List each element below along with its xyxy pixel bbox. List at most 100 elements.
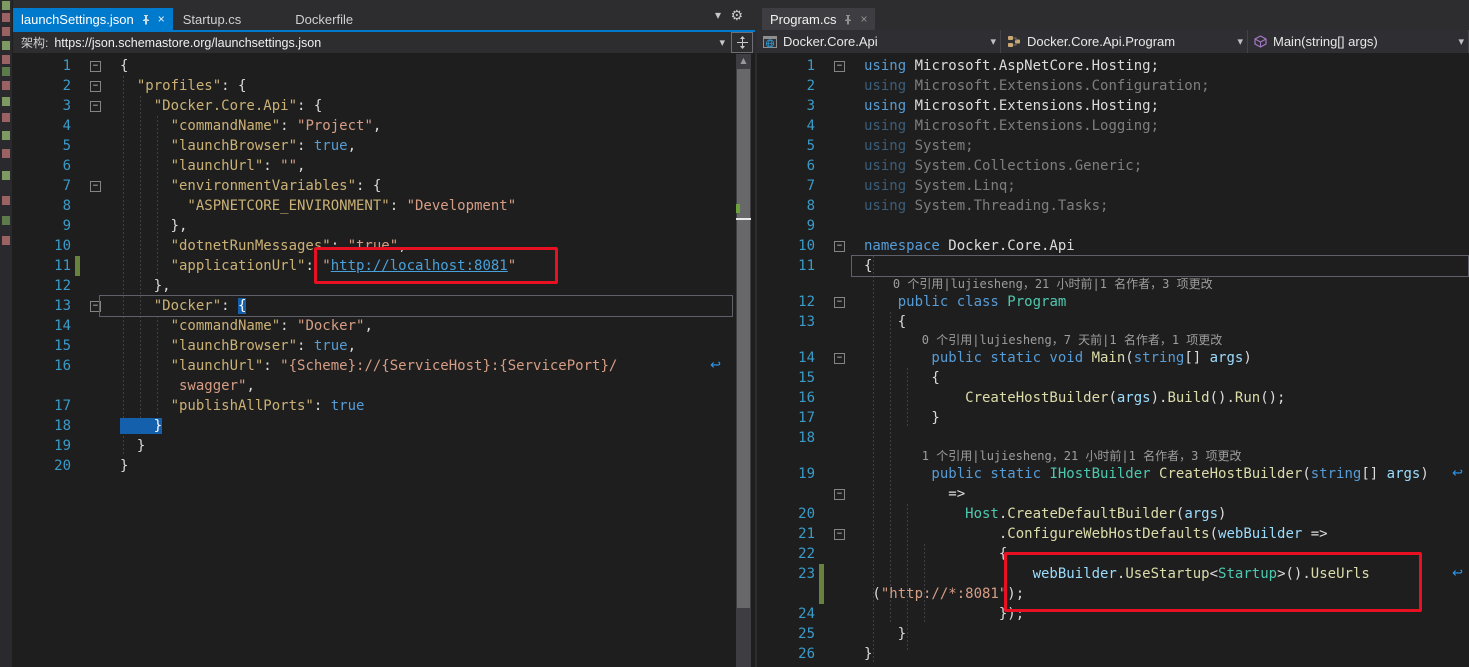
code-line[interactable]: swagger",	[13, 376, 755, 396]
fold-collapse-icon[interactable]: −	[90, 81, 101, 92]
change-gutter	[815, 332, 826, 348]
code-line[interactable]: 2− "profiles": {	[13, 76, 755, 96]
code-line[interactable]: 2using Microsoft.Extensions.Configuratio…	[757, 76, 1469, 96]
code-line[interactable]: 9	[757, 216, 1469, 236]
fold-collapse-icon[interactable]: −	[834, 529, 845, 540]
close-icon[interactable]: ×	[158, 12, 165, 26]
code-line[interactable]: 1−{	[13, 56, 755, 76]
code-line[interactable]: 20}	[13, 456, 755, 476]
fold-collapse-icon[interactable]: −	[834, 61, 845, 72]
code-line[interactable]: 4using Microsoft.Extensions.Logging;	[757, 116, 1469, 136]
project-dropdown[interactable]: Docker.Core.Api ▾	[757, 30, 1001, 53]
schema-url-combobox[interactable]: https://json.schemastore.org/launchsetti…	[54, 33, 731, 52]
code-line[interactable]: 12− public class Program	[757, 292, 1469, 312]
scrollbar-up-arrow-icon[interactable]: ▲	[736, 54, 751, 68]
fold-collapse-icon[interactable]: −	[90, 301, 101, 312]
code-line[interactable]: 24 });	[757, 604, 1469, 624]
code-line[interactable]: 15 "launchBrowser": true,	[13, 336, 755, 356]
fold-collapse-icon[interactable]: −	[834, 241, 845, 252]
fold-collapse-icon[interactable]: −	[834, 353, 845, 364]
codelens-row[interactable]: 0 个引用|lujiesheng，21 小时前|1 名作者，3 项更改	[757, 276, 1469, 292]
close-icon[interactable]: ×	[860, 12, 867, 26]
fold-collapse-icon[interactable]: −	[834, 489, 845, 500]
code-line[interactable]: 13 {	[757, 312, 1469, 332]
fold-margin	[826, 312, 856, 332]
code-line[interactable]: 18 }	[13, 416, 755, 436]
line-number	[13, 376, 71, 396]
code-line[interactable]: 19 public static IHostBuilder CreateHost…	[757, 464, 1469, 484]
code-line[interactable]: 5 "launchBrowser": true,	[13, 136, 755, 156]
code-line[interactable]: 13− "Docker": {	[13, 296, 755, 316]
type-dropdown[interactable]: Docker.Core.Api.Program ▾	[1001, 30, 1248, 53]
codelens-text[interactable]: 0 个引用|lujiesheng，21 小时前|1 名作者，3 项更改	[856, 276, 1213, 292]
fold-collapse-icon[interactable]: −	[90, 101, 101, 112]
line-number: 13	[13, 296, 71, 316]
code-line[interactable]: 25 }	[757, 624, 1469, 644]
split-window-button[interactable]	[731, 32, 753, 53]
code-line[interactable]: 21− .ConfigureWebHostDefaults(webBuilder…	[757, 524, 1469, 544]
code-line[interactable]: 10−namespace Docker.Core.Api	[757, 236, 1469, 256]
code-line[interactable]: ("http://*:8081");	[757, 584, 1469, 604]
code-line[interactable]: 16 CreateHostBuilder(args).Build().Run()…	[757, 388, 1469, 408]
vertical-scrollbar[interactable]: ▲	[736, 54, 751, 667]
codelens-text[interactable]: 0 个引用|lujiesheng，7 天前|1 名作者，1 项更改	[856, 332, 1222, 348]
member-dropdown[interactable]: Main(string[] args) ▾	[1248, 30, 1469, 53]
pin-icon[interactable]	[843, 14, 853, 25]
fold-margin	[826, 276, 856, 292]
change-gutter	[71, 116, 82, 136]
code-line[interactable]: 6 "launchUrl": "",	[13, 156, 755, 176]
code-line[interactable]: 5using System;	[757, 136, 1469, 156]
type-name: Docker.Core.Api.Program	[1027, 34, 1175, 49]
code-line[interactable]: 26}	[757, 644, 1469, 664]
code-line[interactable]: 11 "applicationUrl": "http://localhost:8…	[13, 256, 755, 276]
fold-collapse-icon[interactable]: −	[90, 61, 101, 72]
scrollbar-thumb[interactable]	[737, 69, 750, 608]
code-line[interactable]: 18	[757, 428, 1469, 448]
code-line[interactable]: 4 "commandName": "Project",	[13, 116, 755, 136]
code-line[interactable]: 1−using Microsoft.AspNetCore.Hosting;	[757, 56, 1469, 76]
code-line[interactable]: 7− "environmentVariables": {	[13, 176, 755, 196]
code-line[interactable]: 14− public static void Main(string[] arg…	[757, 348, 1469, 368]
change-gutter	[815, 564, 826, 584]
code-line[interactable]: 3− "Docker.Core.Api": {	[13, 96, 755, 116]
tab-dockerfile[interactable]: Dockerfile	[287, 8, 361, 30]
code-line[interactable]: 17 "publishAllPorts": true	[13, 396, 755, 416]
fold-collapse-icon[interactable]: −	[834, 297, 845, 308]
fold-margin	[826, 256, 856, 276]
code-line[interactable]: 14 "commandName": "Docker",	[13, 316, 755, 336]
csharp-editor[interactable]: 1−using Microsoft.AspNetCore.Hosting;2us…	[757, 54, 1469, 667]
code-line[interactable]: 10 "dotnetRunMessages": "true",	[13, 236, 755, 256]
code-text: using Microsoft.Extensions.Hosting;	[856, 96, 1159, 116]
codelens-row[interactable]: 1 个引用|lujiesheng，21 小时前|1 名作者，3 项更改	[757, 448, 1469, 464]
tab-list-chevron-icon[interactable]: ▾	[715, 8, 721, 22]
chevron-down-icon[interactable]: ▾	[719, 36, 725, 49]
code-line[interactable]: 8using System.Threading.Tasks;	[757, 196, 1469, 216]
code-line[interactable]: 17 }	[757, 408, 1469, 428]
code-line[interactable]: 20 Host.CreateDefaultBuilder(args)	[757, 504, 1469, 524]
code-line[interactable]: 22 {	[757, 544, 1469, 564]
code-line[interactable]: 7using System.Linq;	[757, 176, 1469, 196]
code-line[interactable]: 12 },	[13, 276, 755, 296]
code-line[interactable]: 23 webBuilder.UseStartup<Startup>().UseU…	[757, 564, 1469, 584]
code-line[interactable]: 3using Microsoft.Extensions.Hosting;	[757, 96, 1469, 116]
line-number: 22	[757, 544, 815, 564]
code-line[interactable]: 11{	[757, 256, 1469, 276]
codelens-row[interactable]: 0 个引用|lujiesheng，7 天前|1 名作者，1 项更改	[757, 332, 1469, 348]
tab-program-cs[interactable]: Program.cs ×	[762, 8, 875, 30]
code-line[interactable]: 19 }	[13, 436, 755, 456]
json-editor[interactable]: 1−{2− "profiles": {3− "Docker.Core.Api":…	[13, 54, 755, 667]
code-line[interactable]: 8 "ASPNETCORE_ENVIRONMENT": "Development…	[13, 196, 755, 216]
pin-icon[interactable]	[141, 14, 151, 25]
edge-diff-mark	[2, 97, 10, 106]
code-line[interactable]: − =>	[757, 484, 1469, 504]
code-line[interactable]: 9 },	[13, 216, 755, 236]
tab-startup-cs[interactable]: Startup.cs	[175, 8, 250, 30]
codelens-text[interactable]: 1 个引用|lujiesheng，21 小时前|1 名作者，3 项更改	[856, 448, 1242, 464]
document-options-gear-icon[interactable]: ⚙	[730, 8, 743, 24]
fold-collapse-icon[interactable]: −	[90, 181, 101, 192]
code-line[interactable]: 6using System.Collections.Generic;	[757, 156, 1469, 176]
change-gutter	[71, 356, 82, 376]
tab-launchsettings-json[interactable]: launchSettings.json ×	[13, 8, 173, 30]
code-line[interactable]: 15 {	[757, 368, 1469, 388]
code-line[interactable]: 16 "launchUrl": "{Scheme}://{ServiceHost…	[13, 356, 755, 376]
